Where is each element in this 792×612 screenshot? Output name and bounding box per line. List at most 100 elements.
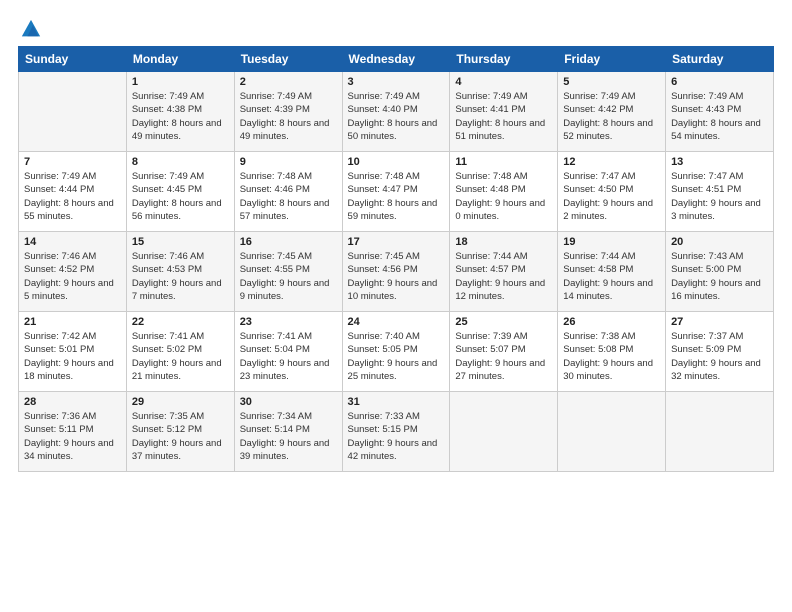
weekday-header-thursday: Thursday <box>450 47 558 72</box>
day-cell: 2Sunrise: 7:49 AMSunset: 4:39 PMDaylight… <box>234 72 342 152</box>
day-number: 31 <box>348 396 445 408</box>
weekday-header-wednesday: Wednesday <box>342 47 450 72</box>
day-info: Sunrise: 7:41 AMSunset: 5:02 PMDaylight:… <box>132 330 229 383</box>
day-info: Sunrise: 7:41 AMSunset: 5:04 PMDaylight:… <box>240 330 337 383</box>
day-info: Sunrise: 7:46 AMSunset: 4:53 PMDaylight:… <box>132 250 229 303</box>
day-cell <box>558 392 666 472</box>
week-row-0: 1 Sunrise: 7:49 AMSunset: 4:38 PMDaylight… <box>19 72 774 152</box>
day-number: 24 <box>348 316 445 328</box>
day-number: 16 <box>240 236 337 248</box>
day-cell: 1 Sunrise: 7:49 AMSunset: 4:38 PMDaylight… <box>126 72 234 152</box>
day-info: Sunrise: 7:45 AMSunset: 4:56 PMDaylight:… <box>348 250 445 303</box>
day-cell: 29 Sunrise: 7:35 AMSunset: 5:12 PMDayligh… <box>126 392 234 472</box>
day-cell: 30Sunrise: 7:34 AMSunset: 5:14 PMDayligh… <box>234 392 342 472</box>
day-info: Sunrise: 7:47 AMSunset: 4:51 PMDaylight:… <box>671 170 768 223</box>
day-info: Sunrise: 7:49 AMSunset: 4:42 PMDaylight:… <box>563 90 660 143</box>
day-cell <box>450 392 558 472</box>
day-cell: 20 Sunrise: 7:43 AMSunset: 5:00 PMDayligh… <box>666 232 774 312</box>
day-cell: 9Sunrise: 7:48 AMSunset: 4:46 PMDaylight… <box>234 152 342 232</box>
header <box>18 18 774 36</box>
day-info: Sunrise: 7:36 AMSunset: 5:11 PMDaylight:… <box>24 410 121 463</box>
day-cell: 26 Sunrise: 7:38 AMSunset: 5:08 PMDayligh… <box>558 312 666 392</box>
week-row-4: 28 Sunrise: 7:36 AMSunset: 5:11 PMDayligh… <box>19 392 774 472</box>
day-info: Sunrise: 7:49 AMSunset: 4:43 PMDaylight:… <box>671 90 768 143</box>
day-cell: 19 Sunrise: 7:44 AMSunset: 4:58 PMDayligh… <box>558 232 666 312</box>
day-number: 13 <box>671 156 768 168</box>
day-number: 22 <box>132 316 229 328</box>
day-info: Sunrise: 7:37 AMSunset: 5:09 PMDaylight:… <box>671 330 768 383</box>
day-info: Sunrise: 7:39 AMSunset: 5:07 PMDaylight:… <box>455 330 552 383</box>
day-cell <box>666 392 774 472</box>
day-cell: 5 Sunrise: 7:49 AMSunset: 4:42 PMDaylight… <box>558 72 666 152</box>
day-number: 1 <box>132 76 229 88</box>
day-cell: 14 Sunrise: 7:46 AMSunset: 4:52 PMDayligh… <box>19 232 127 312</box>
day-info: Sunrise: 7:47 AMSunset: 4:50 PMDaylight:… <box>563 170 660 223</box>
day-info: Sunrise: 7:48 AMSunset: 4:48 PMDaylight:… <box>455 170 552 223</box>
week-row-2: 14 Sunrise: 7:46 AMSunset: 4:52 PMDayligh… <box>19 232 774 312</box>
day-info: Sunrise: 7:44 AMSunset: 4:57 PMDaylight:… <box>455 250 552 303</box>
logo <box>18 18 42 36</box>
day-cell: 22 Sunrise: 7:41 AMSunset: 5:02 PMDayligh… <box>126 312 234 392</box>
day-cell: 21 Sunrise: 7:42 AMSunset: 5:01 PMDayligh… <box>19 312 127 392</box>
day-number: 26 <box>563 316 660 328</box>
calendar-page: SundayMondayTuesdayWednesdayThursdayFrid… <box>0 0 792 612</box>
week-row-1: 7 Sunrise: 7:49 AMSunset: 4:44 PMDaylight… <box>19 152 774 232</box>
day-number: 20 <box>671 236 768 248</box>
day-cell: 16 Sunrise: 7:45 AMSunset: 4:55 PMDayligh… <box>234 232 342 312</box>
day-number: 6 <box>671 76 768 88</box>
day-info: Sunrise: 7:49 AMSunset: 4:38 PMDaylight:… <box>132 90 229 143</box>
day-number: 14 <box>24 236 121 248</box>
day-cell: 6 Sunrise: 7:49 AMSunset: 4:43 PMDaylight… <box>666 72 774 152</box>
day-info: Sunrise: 7:48 AMSunset: 4:47 PMDaylight:… <box>348 170 445 223</box>
day-cell: 8Sunrise: 7:49 AMSunset: 4:45 PMDaylight… <box>126 152 234 232</box>
day-info: Sunrise: 7:34 AMSunset: 5:14 PMDaylight:… <box>240 410 337 463</box>
day-info: Sunrise: 7:44 AMSunset: 4:58 PMDaylight:… <box>563 250 660 303</box>
day-number: 12 <box>563 156 660 168</box>
day-cell: 18Sunrise: 7:44 AMSunset: 4:57 PMDayligh… <box>450 232 558 312</box>
day-number: 29 <box>132 396 229 408</box>
day-number: 23 <box>240 316 337 328</box>
day-cell: 24 Sunrise: 7:40 AMSunset: 5:05 PMDayligh… <box>342 312 450 392</box>
day-info: Sunrise: 7:33 AMSunset: 5:15 PMDaylight:… <box>348 410 445 463</box>
day-number: 11 <box>455 156 552 168</box>
day-number: 7 <box>24 156 121 168</box>
day-number: 17 <box>348 236 445 248</box>
day-cell: 25 Sunrise: 7:39 AMSunset: 5:07 PMDayligh… <box>450 312 558 392</box>
day-cell: 10Sunrise: 7:48 AMSunset: 4:47 PMDayligh… <box>342 152 450 232</box>
day-cell: 23 Sunrise: 7:41 AMSunset: 5:04 PMDayligh… <box>234 312 342 392</box>
logo-icon <box>20 18 42 40</box>
weekday-header-saturday: Saturday <box>666 47 774 72</box>
day-info: Sunrise: 7:48 AMSunset: 4:46 PMDaylight:… <box>240 170 337 223</box>
day-cell: 15 Sunrise: 7:46 AMSunset: 4:53 PMDayligh… <box>126 232 234 312</box>
day-number: 15 <box>132 236 229 248</box>
day-cell: 31 Sunrise: 7:33 AMSunset: 5:15 PMDayligh… <box>342 392 450 472</box>
day-info: Sunrise: 7:46 AMSunset: 4:52 PMDaylight:… <box>24 250 121 303</box>
day-number: 2 <box>240 76 337 88</box>
day-cell: 28 Sunrise: 7:36 AMSunset: 5:11 PMDayligh… <box>19 392 127 472</box>
week-row-3: 21 Sunrise: 7:42 AMSunset: 5:01 PMDayligh… <box>19 312 774 392</box>
day-number: 21 <box>24 316 121 328</box>
day-info: Sunrise: 7:43 AMSunset: 5:00 PMDaylight:… <box>671 250 768 303</box>
day-cell: 7 Sunrise: 7:49 AMSunset: 4:44 PMDaylight… <box>19 152 127 232</box>
weekday-header-friday: Friday <box>558 47 666 72</box>
day-number: 27 <box>671 316 768 328</box>
weekday-header-tuesday: Tuesday <box>234 47 342 72</box>
day-number: 5 <box>563 76 660 88</box>
weekday-header-row: SundayMondayTuesdayWednesdayThursdayFrid… <box>19 47 774 72</box>
day-info: Sunrise: 7:42 AMSunset: 5:01 PMDaylight:… <box>24 330 121 383</box>
weekday-header-monday: Monday <box>126 47 234 72</box>
day-cell: 4Sunrise: 7:49 AMSunset: 4:41 PMDaylight… <box>450 72 558 152</box>
day-info: Sunrise: 7:35 AMSunset: 5:12 PMDaylight:… <box>132 410 229 463</box>
day-number: 28 <box>24 396 121 408</box>
day-number: 19 <box>563 236 660 248</box>
day-number: 25 <box>455 316 552 328</box>
day-info: Sunrise: 7:38 AMSunset: 5:08 PMDaylight:… <box>563 330 660 383</box>
day-info: Sunrise: 7:49 AMSunset: 4:41 PMDaylight:… <box>455 90 552 143</box>
day-info: Sunrise: 7:49 AMSunset: 4:44 PMDaylight:… <box>24 170 121 223</box>
day-cell: 12 Sunrise: 7:47 AMSunset: 4:50 PMDayligh… <box>558 152 666 232</box>
day-info: Sunrise: 7:45 AMSunset: 4:55 PMDaylight:… <box>240 250 337 303</box>
day-cell <box>19 72 127 152</box>
day-info: Sunrise: 7:40 AMSunset: 5:05 PMDaylight:… <box>348 330 445 383</box>
weekday-header-sunday: Sunday <box>19 47 127 72</box>
day-cell: 27 Sunrise: 7:37 AMSunset: 5:09 PMDayligh… <box>666 312 774 392</box>
